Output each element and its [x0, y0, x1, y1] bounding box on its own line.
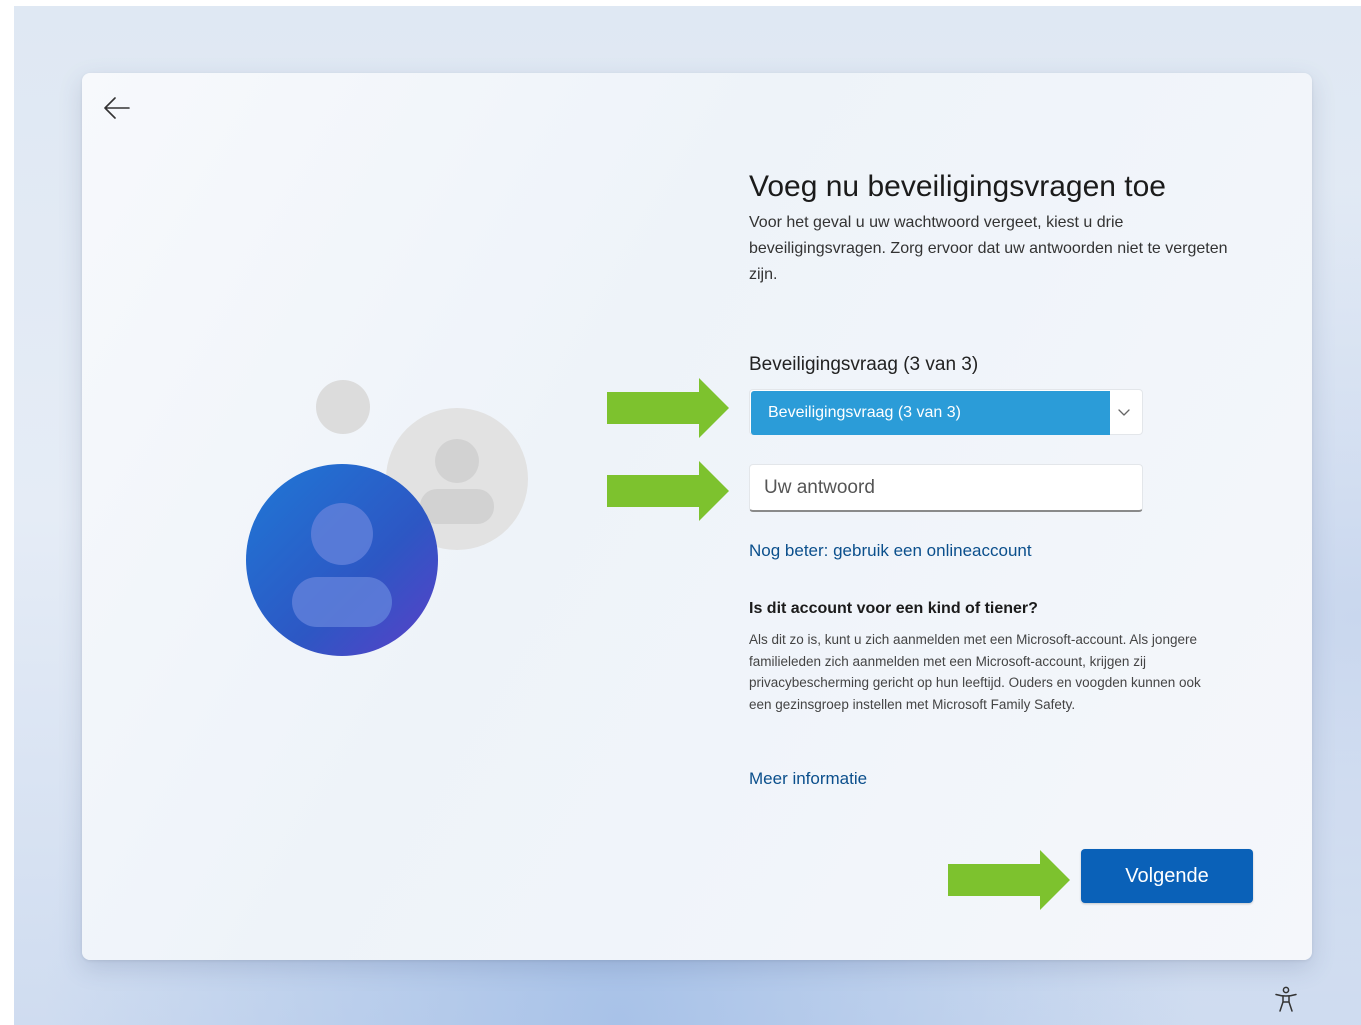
annotation-arrow-icon: [607, 378, 729, 438]
child-account-text: Als dit zo is, kunt u zich aanmelden met…: [749, 632, 1201, 712]
annotation-arrow-icon: [948, 850, 1070, 910]
accessibility-icon[interactable]: [1272, 985, 1300, 1013]
security-question-selected: Beveiligingsvraag (3 van 3): [751, 391, 1110, 435]
chevron-down-icon: [1118, 409, 1130, 416]
answer-input[interactable]: [749, 464, 1143, 512]
security-question-label: Beveiligingsvraag (3 van 3): [749, 354, 979, 375]
user-accounts-illustration: [246, 380, 528, 656]
more-info-link[interactable]: Meer informatie: [749, 769, 867, 789]
child-account-heading: Is dit account voor een kind of tiener?: [749, 600, 1038, 617]
back-button[interactable]: [100, 92, 134, 124]
security-question-select[interactable]: Beveiligingsvraag (3 van 3): [749, 389, 1143, 435]
next-button[interactable]: Volgende: [1081, 849, 1253, 903]
back-arrow-icon: [104, 97, 130, 119]
annotation-arrow-icon: [607, 461, 729, 521]
online-account-link[interactable]: Nog beter: gebruik een onlineaccount: [749, 541, 1032, 561]
page-description: Voor het geval u uw wachtwoord vergeet, …: [749, 214, 1228, 283]
page-title: Voeg nu beveiligingsvragen toe: [749, 170, 1166, 204]
